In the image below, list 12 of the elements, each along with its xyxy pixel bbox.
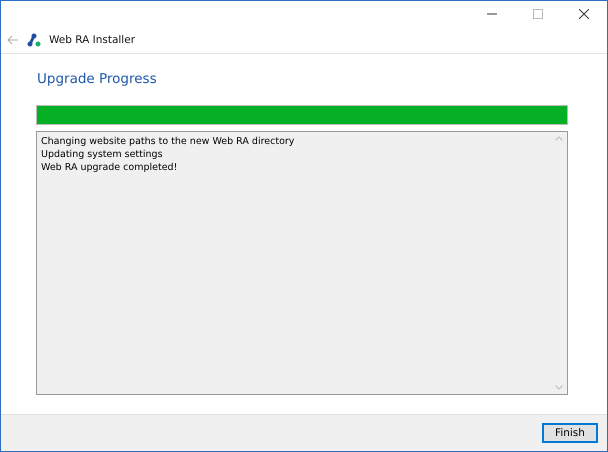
page-heading: Upgrade Progress [37, 71, 158, 87]
finish-button[interactable]: Finish [542, 423, 598, 443]
scroll-down-icon[interactable] [555, 385, 563, 390]
close-icon[interactable] [579, 9, 589, 19]
log-line: Changing website paths to the new Web RA directory [41, 135, 296, 148]
log-line: Web RA upgrade completed! [41, 161, 178, 174]
log-line: Updating system settings [41, 148, 164, 161]
back-arrow-icon[interactable] [7, 35, 19, 45]
app-logo-icon [27, 33, 41, 47]
scroll-up-icon[interactable] [555, 136, 563, 141]
maximize-icon[interactable] [533, 9, 543, 19]
window-title: Web RA Installer [49, 34, 136, 46]
